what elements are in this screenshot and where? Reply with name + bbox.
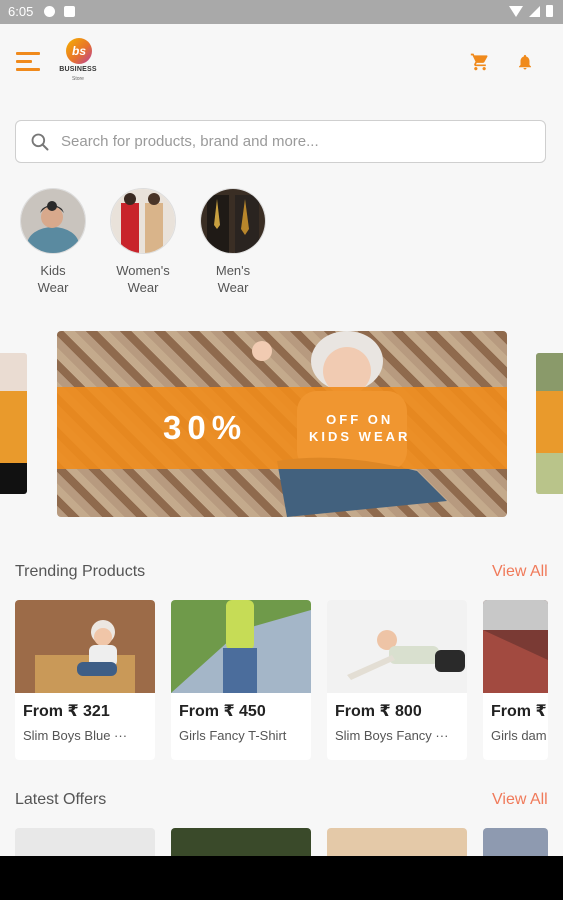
signal-icon [529,5,540,17]
product-price: From ₹ 321 [23,703,110,720]
search-placeholder: Search for products, brand and more... [61,133,319,150]
category-kids-wear[interactable]: Kids Wear [13,188,93,296]
menu-button[interactable] [16,52,40,72]
product-price: From ₹ 800 [335,703,422,720]
trending-title: Trending Products [15,563,146,580]
logo-text: BUSINESS [59,66,97,73]
category-mens-wear[interactable]: Men's Wear [193,188,273,296]
system-navigation-bar [0,856,563,900]
category-kids-label: Kids Wear [37,263,69,295]
logo-subtext: Store [72,76,84,82]
cart-icon[interactable] [470,52,490,72]
app-bar: bs BUSINESS Store [0,24,563,100]
carousel-next-slide[interactable] [536,353,563,494]
product-image [171,600,311,693]
battery-icon [546,5,553,17]
banner-percent: 30% [163,409,248,446]
promo-banner[interactable]: 30% OFF ON KIDS WEAR [57,331,507,517]
banner-offer-text: OFF ON KIDS WEAR [309,411,410,445]
product-price: From ₹ 450 [179,703,266,720]
product-name: Girls Fancy T-Shirt [179,728,287,743]
carousel-prev-slide[interactable] [0,353,27,494]
category-womens-wear[interactable]: Women's Wear [103,188,183,296]
product-card[interactable]: From ₹ 800 Slim Boys Fancy ··· [327,600,467,760]
product-name: Slim Boys Blue ··· [23,728,128,743]
product-card[interactable]: From ₹ 450 Girls Fancy T-Shirt [171,600,311,760]
brand-logo[interactable]: bs BUSINESS Store [56,38,100,86]
product-name: Girls dam [491,728,547,743]
banner-offer-line2: KIDS WEAR [309,429,411,444]
banner-offer-strip: 30% OFF ON KIDS WEAR [57,387,507,469]
offer-card[interactable] [483,828,548,856]
status-icons [509,5,553,17]
product-image [483,600,548,693]
product-card[interactable]: From ₹ Girls dam [483,600,548,760]
product-image [327,600,467,693]
notification-icon [44,6,55,17]
sd-card-icon [64,6,75,17]
offer-card[interactable] [171,828,311,856]
category-mens-image [200,188,266,254]
status-time: 6:05 [8,4,34,19]
offer-card[interactable] [327,828,467,856]
product-price: From ₹ [491,703,547,720]
product-name: Slim Boys Fancy ··· [335,728,449,743]
latest-offers-view-all[interactable]: View All [492,791,548,809]
category-mens-label: Men's Wear [215,263,251,295]
wifi-icon [509,5,523,17]
offer-card[interactable] [15,828,155,856]
status-bar: 6:05 [0,0,563,24]
banner-offer-line1: OFF ON [326,412,394,427]
bell-icon[interactable] [516,52,534,72]
category-womens-label: Women's Wear [116,263,170,295]
product-card[interactable]: From ₹ 321 Slim Boys Blue ··· [15,600,155,760]
search-bar[interactable]: Search for products, brand and more... [15,120,546,163]
product-image [15,600,155,693]
category-kids-image [20,188,86,254]
logo-mark: bs [66,38,92,64]
latest-offers-title: Latest Offers [15,791,107,808]
trending-view-all[interactable]: View All [492,563,548,581]
category-womens-image [110,188,176,254]
search-icon [31,133,49,151]
